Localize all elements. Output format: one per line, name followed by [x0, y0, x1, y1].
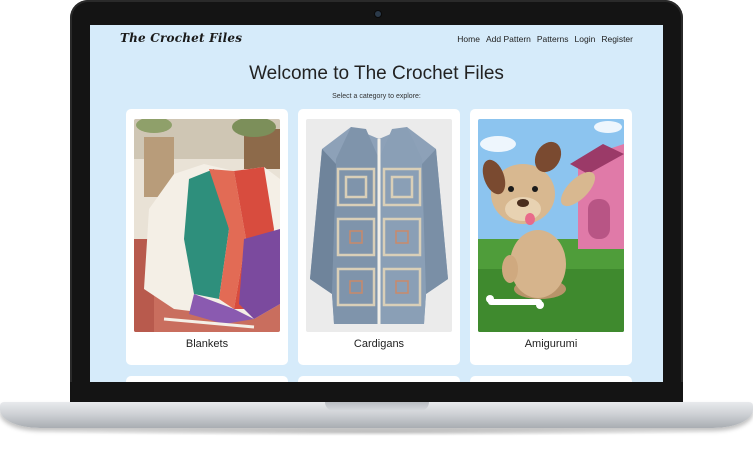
category-label-cardigans[interactable]: Cardigans — [298, 338, 460, 350]
nav-patterns[interactable]: Patterns — [537, 34, 569, 44]
laptop-bezel — [70, 382, 683, 402]
nav-login[interactable]: Login — [575, 34, 596, 44]
category-card-peek[interactable] — [298, 376, 460, 382]
browser-viewport: The Crochet Files Home Add Pattern Patte… — [90, 25, 663, 382]
page-subtitle: Select a category to explore: — [332, 93, 421, 100]
category-card-amigurumi[interactable]: Amigurumi — [470, 109, 632, 365]
brand-logo[interactable]: The Crochet Files — [120, 31, 242, 45]
category-card-cardigans[interactable]: Cardigans — [298, 109, 460, 365]
category-card-peek[interactable] — [126, 376, 288, 382]
laptop-shadow — [30, 428, 723, 436]
nav-register[interactable]: Register — [601, 34, 633, 44]
blankets-image[interactable] — [134, 119, 280, 332]
page-title: Welcome to The Crochet Files — [249, 63, 504, 84]
nav-add-pattern[interactable]: Add Pattern — [486, 34, 531, 44]
navbar: The Crochet Files Home Add Pattern Patte… — [90, 25, 663, 55]
nav-home[interactable]: Home — [457, 34, 480, 44]
camera-icon — [374, 10, 382, 18]
category-card-peek[interactable] — [470, 376, 632, 382]
nav-links: Home Add Pattern Patterns Login Register — [457, 34, 633, 44]
category-label-amigurumi[interactable]: Amigurumi — [470, 338, 632, 350]
category-card-blankets[interactable]: Blankets — [126, 109, 288, 365]
cardigans-image[interactable] — [306, 119, 452, 332]
laptop-notch — [325, 402, 429, 411]
category-label-blankets[interactable]: Blankets — [126, 338, 288, 350]
amigurumi-image[interactable] — [478, 119, 624, 332]
